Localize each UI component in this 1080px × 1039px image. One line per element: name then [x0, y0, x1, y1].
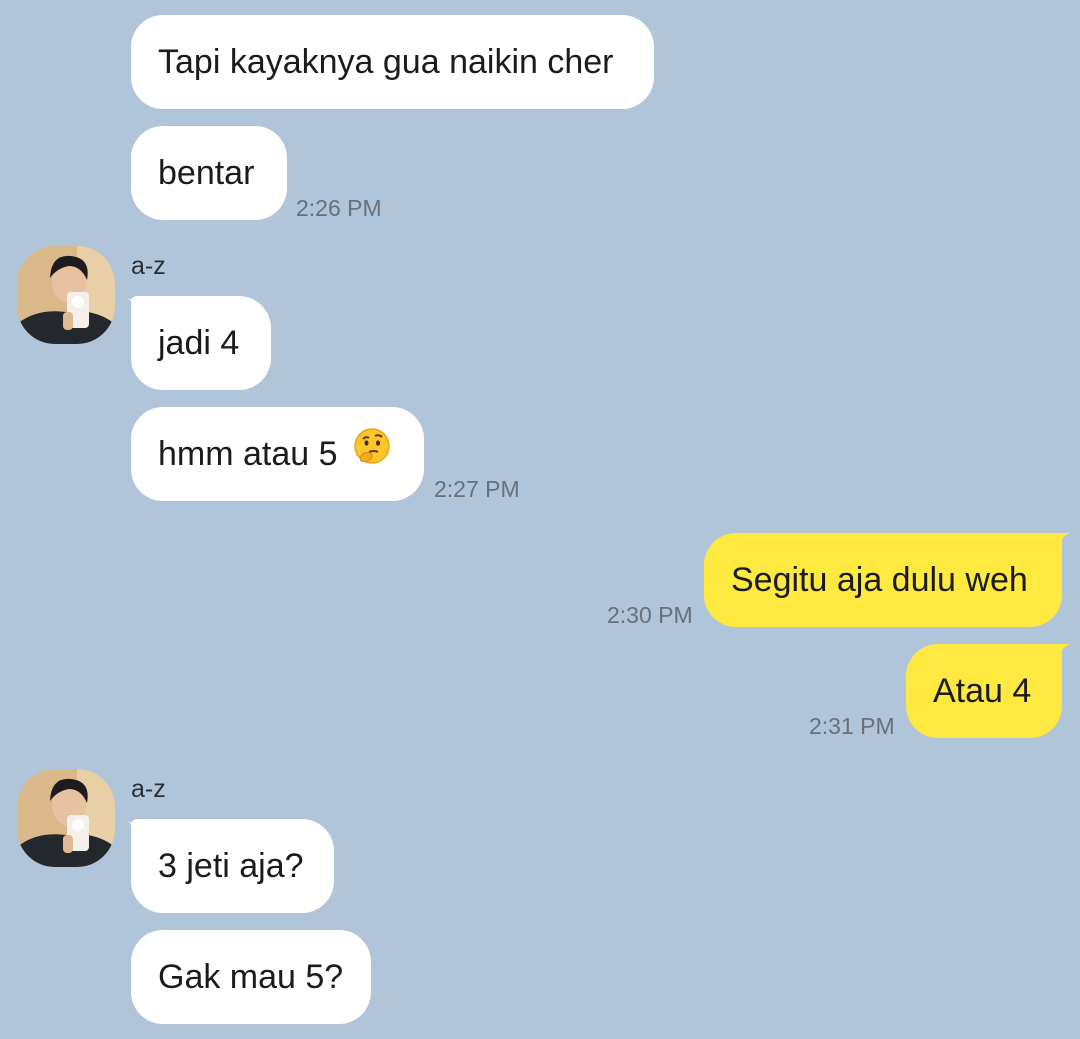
message-timestamp: 2:27 PM [434, 476, 520, 502]
sender-name: a-z [131, 775, 166, 803]
message-timestamp: 2:26 PM [296, 195, 382, 221]
avatar[interactable] [17, 246, 115, 344]
message-bubble-incoming[interactable]: Gak mau 5? [131, 930, 371, 1024]
bubble-tail [1048, 533, 1070, 553]
message-text: Atau 4 [933, 672, 1032, 710]
message-text: jadi 4 [158, 324, 240, 362]
message-bubble-incoming[interactable]: jadi 4 [131, 296, 271, 390]
bubble-tail [1048, 644, 1070, 664]
message-text: Tapi kayaknya gua naikin cher [158, 43, 614, 81]
message-text: hmm atau 5 [158, 435, 338, 473]
message-bubble-outgoing[interactable]: Atau 4 [906, 644, 1062, 738]
message-bubble-incoming[interactable]: Tapi kayaknya gua naikin cher [131, 15, 654, 109]
avatar[interactable] [17, 769, 115, 867]
message-bubble-outgoing[interactable]: Segitu aja dulu weh [704, 533, 1062, 627]
avatar-photo [17, 769, 115, 867]
message-text: bentar [158, 154, 255, 192]
message-bubble-incoming[interactable]: hmm atau 5 [131, 407, 424, 501]
message-text: Gak mau 5? [158, 958, 344, 996]
thinking-face-icon [353, 407, 391, 501]
message-bubble-incoming[interactable]: bentar [131, 126, 287, 220]
message-timestamp: 2:30 PM [607, 602, 693, 628]
message-bubble-incoming[interactable]: 3 jeti aja? [131, 819, 334, 913]
message-timestamp: 2:31 PM [809, 713, 895, 739]
sender-name: a-z [131, 252, 166, 280]
avatar-photo [17, 246, 115, 344]
message-text: 3 jeti aja? [158, 847, 304, 885]
message-text: Segitu aja dulu weh [731, 561, 1028, 599]
